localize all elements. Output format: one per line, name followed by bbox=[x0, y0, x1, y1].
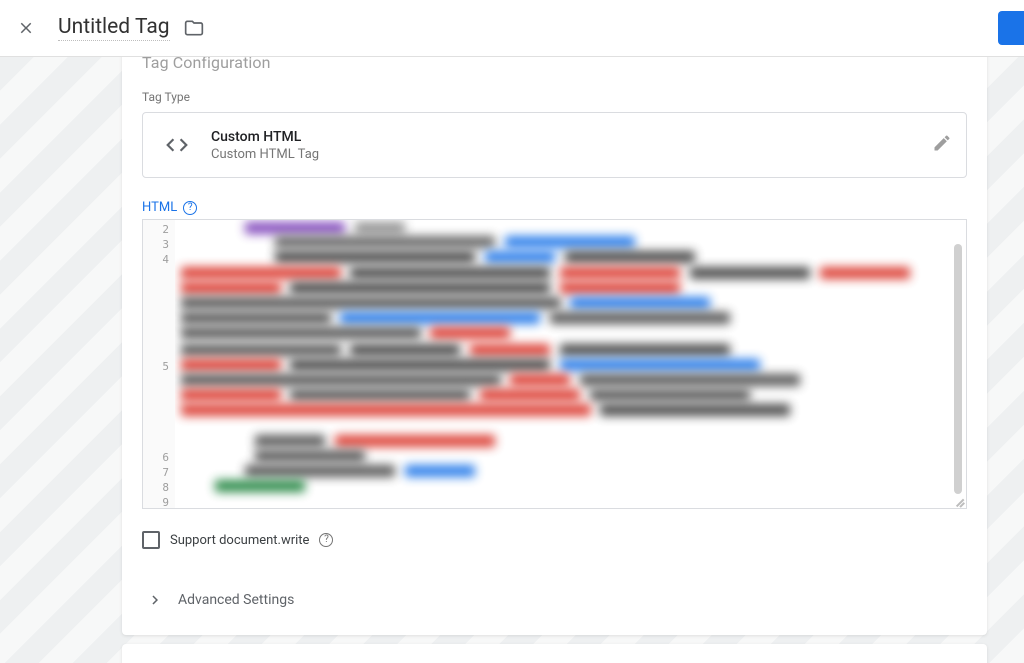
editor-scrollbar[interactable] bbox=[954, 244, 962, 494]
help-icon[interactable]: ? bbox=[183, 201, 197, 215]
line-number: 6 bbox=[143, 450, 175, 465]
resize-handle-icon[interactable] bbox=[952, 494, 964, 506]
html-field-label: HTML bbox=[142, 200, 177, 215]
line-number: 4 bbox=[143, 252, 175, 267]
line-number: 5 bbox=[143, 359, 175, 374]
line-number: 9 bbox=[143, 495, 175, 509]
page-body: Tag Configuration Tag Type Custom HTML C… bbox=[0, 57, 1024, 663]
line-number: 8 bbox=[143, 480, 175, 495]
tag-type-subtitle: Custom HTML Tag bbox=[211, 147, 319, 162]
html-field-label-row: HTML ? bbox=[142, 200, 967, 215]
save-button[interactable] bbox=[998, 11, 1024, 45]
advanced-settings-toggle[interactable]: Advanced Settings bbox=[142, 579, 967, 615]
html-editor[interactable]: 2 3 4 5 6 7 8 9 10 11 bbox=[142, 219, 967, 509]
tag-type-text: Custom HTML Custom HTML Tag bbox=[211, 129, 319, 162]
folder-icon[interactable] bbox=[184, 18, 204, 38]
support-document-write-checkbox[interactable] bbox=[142, 531, 160, 549]
support-document-write-row: Support document.write ? bbox=[142, 531, 967, 549]
modal-header: Untitled Tag bbox=[0, 0, 1024, 57]
tag-name-input[interactable]: Untitled Tag bbox=[58, 15, 170, 41]
support-document-write-label: Support document.write bbox=[170, 533, 309, 548]
advanced-settings-label: Advanced Settings bbox=[178, 592, 294, 608]
editor-gutter: 2 3 4 5 6 7 8 9 10 11 bbox=[143, 220, 175, 508]
help-icon[interactable]: ? bbox=[319, 533, 333, 547]
card-heading: Tag Configuration bbox=[142, 57, 967, 72]
edit-icon[interactable] bbox=[932, 133, 952, 157]
tag-type-title: Custom HTML bbox=[211, 129, 319, 145]
tag-configuration-card: Tag Configuration Tag Type Custom HTML C… bbox=[122, 57, 987, 635]
line-number: 3 bbox=[143, 237, 175, 252]
line-number: 7 bbox=[143, 465, 175, 480]
line-number: 2 bbox=[143, 222, 175, 237]
close-button[interactable] bbox=[14, 16, 38, 40]
triggering-card[interactable] bbox=[122, 644, 987, 663]
code-icon bbox=[157, 125, 197, 165]
tag-type-selector[interactable]: Custom HTML Custom HTML Tag bbox=[142, 112, 967, 178]
chevron-right-icon bbox=[146, 591, 164, 609]
editor-content-blurred bbox=[175, 220, 966, 508]
tag-type-label: Tag Type bbox=[142, 90, 967, 104]
